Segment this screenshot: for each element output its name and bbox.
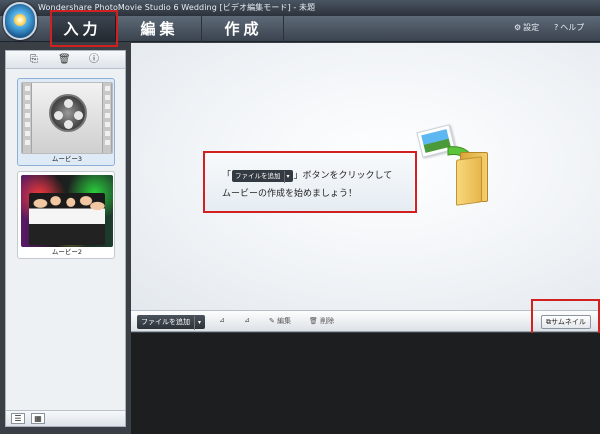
logo-center — [14, 14, 26, 26]
delete-button[interactable]: 🗑 削除 — [309, 316, 334, 326]
rotate-left-icon[interactable]: ⊿ — [219, 316, 225, 324]
add-file-label: ファイルを追加 — [141, 318, 190, 326]
filmstrip-left — [22, 83, 32, 153]
film-reel-icon — [49, 94, 87, 132]
library-toolbar: ⎘ 🗑 ⓘ — [6, 51, 125, 69]
settings-label: 設定 — [523, 23, 540, 32]
trash-icon: 🗑 — [309, 317, 318, 325]
rotate-right-icon[interactable]: ⊿ — [244, 316, 250, 324]
help-button[interactable]: ? ヘルプ — [554, 22, 584, 33]
movie-reel-thumbnail — [21, 82, 113, 154]
highlight-box-tab — [50, 10, 118, 47]
add-file-button[interactable]: ファイルを追加 ▾ — [137, 315, 206, 330]
tab-create[interactable]: 作成 — [204, 16, 284, 42]
app-logo[interactable] — [3, 2, 37, 40]
library-item[interactable]: ムービー3 — [17, 78, 115, 166]
delete-label: 削除 — [320, 317, 335, 325]
list-view-icon[interactable]: ☰ — [11, 413, 25, 424]
timeline-toolbar: ファイルを追加 ▾ ⊿ ⊿ ✎ 編集 🗑 削除 ⧉サムネイル — [131, 310, 600, 332]
chevron-down-icon: ▾ — [194, 316, 201, 330]
import-icon[interactable]: ⎘ — [28, 54, 40, 66]
info-icon[interactable]: ⓘ — [88, 54, 100, 66]
edit-button[interactable]: ✎ 編集 — [269, 316, 291, 326]
folder-icon — [456, 152, 492, 206]
library-item-caption: ムービー2 — [51, 248, 83, 256]
library-view-bar: ☰ ▦ — [6, 410, 125, 426]
settings-button[interactable]: ⚙ 設定 — [514, 22, 539, 33]
edit-label: 編集 — [277, 317, 292, 325]
wedding-photo-thumbnail — [21, 175, 113, 247]
thumbnail-view-icon[interactable]: ▦ — [31, 413, 45, 424]
library-panel: ⎘ 🗑 ⓘ ムービー3 ムービー2 ☰ ▦ — [5, 50, 126, 427]
group-photo — [29, 193, 105, 245]
highlight-box-message — [203, 151, 417, 213]
help-icon: ? — [554, 23, 559, 32]
pencil-icon: ✎ — [269, 317, 275, 325]
timeline-area[interactable] — [131, 333, 600, 434]
library-item[interactable]: ムービー2 — [17, 171, 115, 259]
library-item-caption: ムービー3 — [51, 155, 83, 163]
folder-front — [456, 156, 482, 206]
help-label: ヘルプ — [560, 23, 585, 32]
filmstrip-right — [102, 83, 112, 153]
gear-icon: ⚙ — [514, 23, 522, 32]
tab-edit[interactable]: 編集 — [118, 16, 202, 42]
trash-icon[interactable]: 🗑 — [58, 54, 71, 66]
